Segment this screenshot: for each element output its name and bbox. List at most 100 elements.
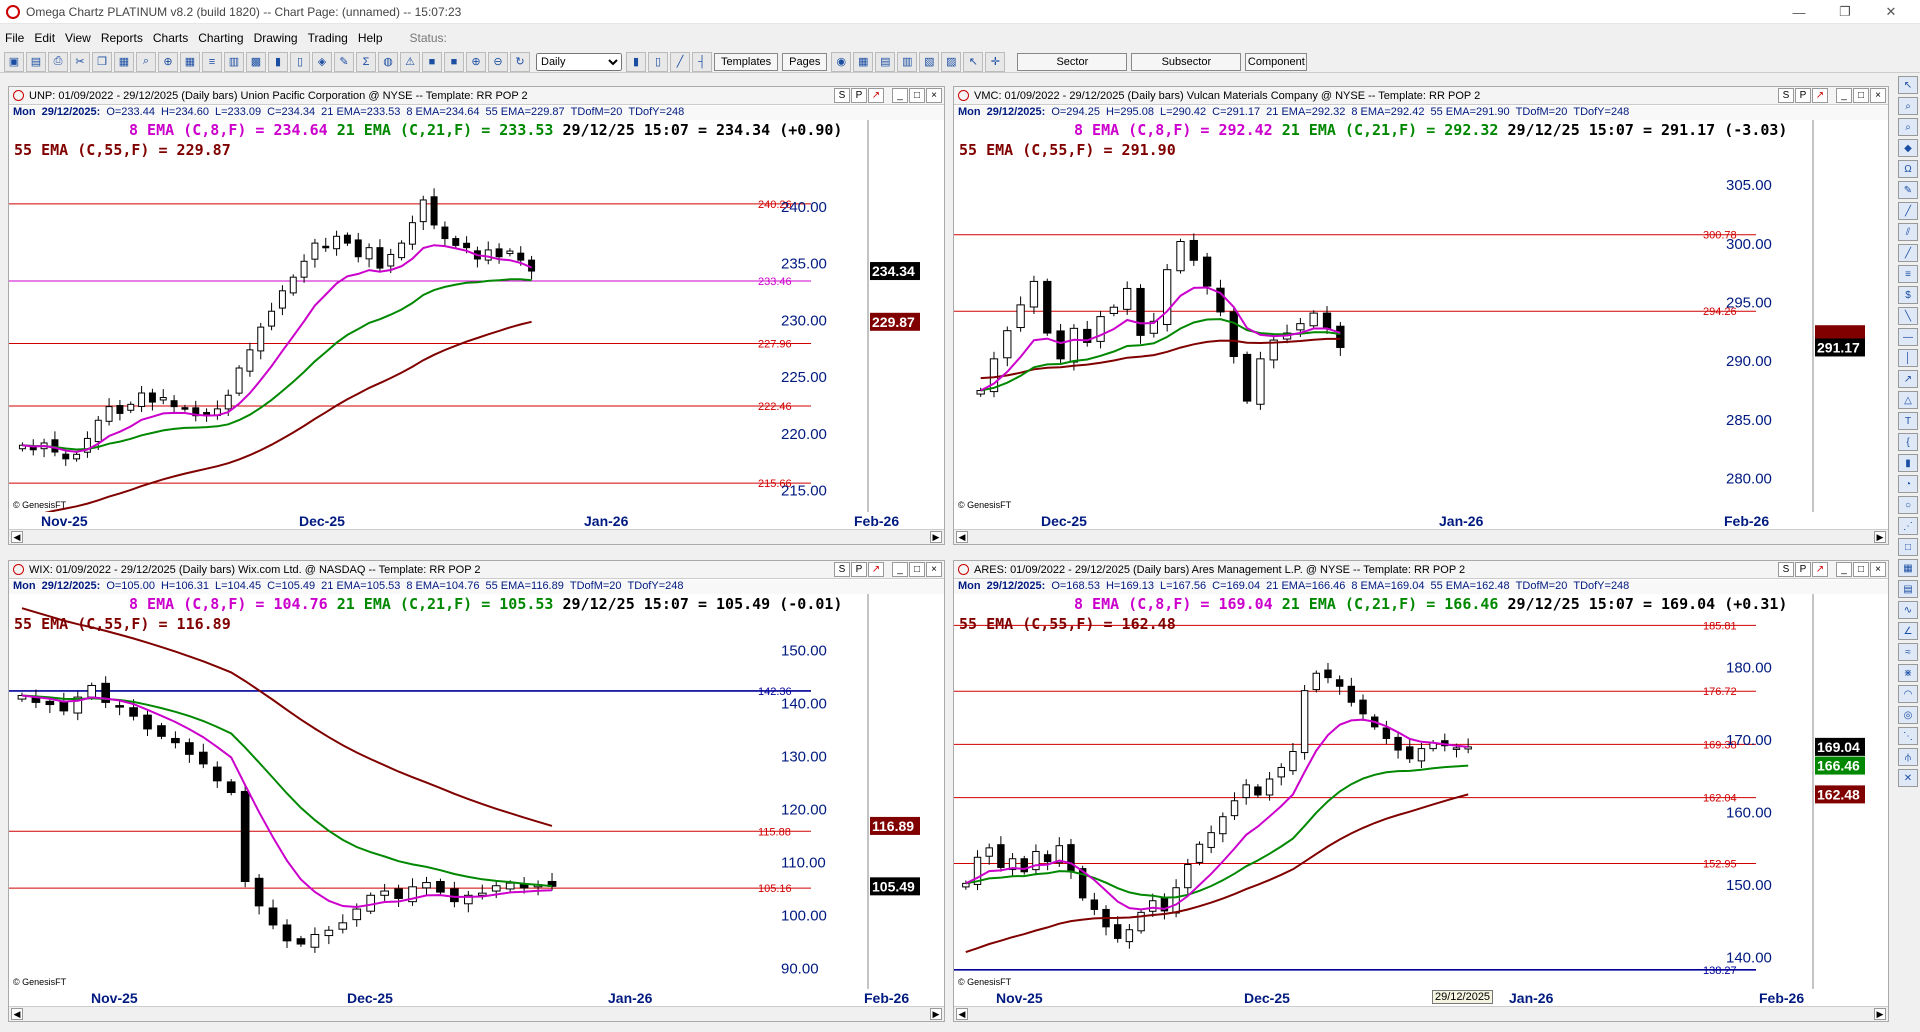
maximize-pane-button[interactable]: □: [909, 88, 925, 103]
disk-icon[interactable]: ◍: [378, 51, 398, 72]
restore-window-button[interactable]: ❐: [1822, 0, 1868, 24]
brace-tool-icon[interactable]: {: [1898, 433, 1918, 451]
triangle-tool-icon[interactable]: △: [1898, 391, 1918, 409]
bar-tool-icon[interactable]: ▮: [1898, 454, 1918, 472]
templates-button[interactable]: Templates: [714, 52, 779, 71]
horizontal-scrollbar[interactable]: ◀ ▶: [9, 1006, 944, 1021]
zoom-tool-icon[interactable]: ⌕: [1898, 97, 1918, 115]
pie-tool-icon[interactable]: ◔: [1898, 475, 1918, 493]
alert-icon[interactable]: ⚠: [400, 51, 420, 72]
chart-pane-1[interactable]: UNP: 01/09/2022 - 29/12/2025 (Daily bars…: [8, 86, 945, 545]
dollar-tool-icon[interactable]: $: [1898, 286, 1918, 304]
circle-tool-icon[interactable]: ○: [1898, 496, 1918, 514]
fib-tool-icon[interactable]: ≡: [1898, 265, 1918, 283]
price-chart[interactable]: 240.26233.46227.96222.46215.66215.00220.…: [9, 120, 945, 512]
crosshair-icon[interactable]: ✛: [985, 51, 1006, 72]
minimize-pane-button[interactable]: _: [892, 562, 908, 577]
layout2-icon[interactable]: ▤: [875, 51, 896, 72]
menu-drawing[interactable]: Drawing: [249, 31, 303, 45]
maximize-pane-button[interactable]: □: [909, 562, 925, 577]
chart-pane-2[interactable]: VMC: 01/09/2022 - 29/12/2025 (Daily bars…: [953, 86, 1889, 545]
find-icon[interactable]: ⌕: [136, 51, 156, 72]
list-icon[interactable]: ≡: [202, 51, 222, 72]
ohlc-icon[interactable]: ┤: [692, 51, 712, 72]
popout-button[interactable]: ↗: [868, 562, 884, 577]
scroll-right-icon[interactable]: ▶: [930, 1008, 942, 1020]
cycle-tool-icon[interactable]: ∿: [1898, 601, 1918, 619]
layout3-icon[interactable]: ▥: [897, 51, 918, 72]
subsector-button[interactable]: Subsector: [1131, 52, 1242, 71]
layout4-icon[interactable]: ▧: [919, 51, 940, 72]
grid-tool-icon[interactable]: ▦: [1898, 559, 1918, 577]
scroll-right-icon[interactable]: ▶: [1874, 1008, 1886, 1020]
save-icon[interactable]: ▤: [26, 51, 46, 72]
bars-icon[interactable]: ▯: [290, 51, 310, 72]
zoom-in-icon[interactable]: ⊕: [466, 51, 486, 72]
scale-button[interactable]: S: [834, 562, 850, 577]
maximize-pane-button[interactable]: □: [1853, 88, 1869, 103]
stop-icon[interactable]: ■: [444, 51, 464, 72]
scroll-left-icon[interactable]: ◀: [11, 1008, 23, 1020]
close-pane-button[interactable]: ×: [926, 562, 942, 577]
component-button[interactable]: Component: [1245, 52, 1308, 71]
properties-button[interactable]: P: [1795, 562, 1811, 577]
close-pane-button[interactable]: ×: [1870, 88, 1886, 103]
vline-tool-icon[interactable]: │: [1898, 349, 1918, 367]
properties-button[interactable]: P: [1795, 88, 1811, 103]
fan-tool-icon[interactable]: ⋰: [1898, 517, 1918, 535]
scan-icon[interactable]: ◈: [312, 51, 332, 72]
minimize-pane-button[interactable]: _: [1836, 88, 1852, 103]
record-icon[interactable]: ■: [422, 51, 442, 72]
zoom-icon[interactable]: ⊕: [158, 51, 178, 72]
spiral-tool-icon[interactable]: ◎: [1898, 706, 1918, 724]
omega-tool-icon[interactable]: Ω: [1898, 160, 1918, 178]
close-window-button[interactable]: ✕: [1868, 0, 1914, 24]
horizontal-scrollbar[interactable]: ◀ ▶: [954, 529, 1888, 544]
period-select[interactable]: Daily: [536, 52, 622, 71]
menu-help[interactable]: Help: [353, 31, 388, 45]
price-chart[interactable]: 142.36115.88105.1690.00100.00110.00120.0…: [9, 594, 945, 989]
grid-icon[interactable]: ▦: [180, 51, 200, 72]
candle-icon[interactable]: ▯: [648, 51, 668, 72]
scroll-left-icon[interactable]: ◀: [11, 531, 23, 543]
chart-pane-3[interactable]: WIX: 01/09/2022 - 29/12/2025 (Daily bars…: [8, 560, 945, 1022]
close-pane-button[interactable]: ×: [1870, 562, 1886, 577]
channel-tool-icon[interactable]: ⫽: [1898, 223, 1918, 241]
copy-icon[interactable]: ❐: [92, 51, 112, 72]
maximize-pane-button[interactable]: □: [1853, 562, 1869, 577]
print-icon[interactable]: ⎙: [48, 51, 68, 72]
pointer-icon[interactable]: ↖: [963, 51, 984, 72]
close-pane-button[interactable]: ×: [926, 88, 942, 103]
minimize-pane-button[interactable]: _: [892, 88, 908, 103]
pointer-tool-icon[interactable]: ↖: [1898, 76, 1918, 94]
eraser-tool-icon[interactable]: ◆: [1898, 139, 1918, 157]
angle-tool-icon[interactable]: ∠: [1898, 622, 1918, 640]
menu-charting[interactable]: Charting: [193, 31, 248, 45]
wave-tool-icon[interactable]: ≈: [1898, 643, 1918, 661]
zoom-out-icon[interactable]: ⊖: [488, 51, 508, 72]
minimize-pane-button[interactable]: _: [1836, 562, 1852, 577]
refresh-icon[interactable]: ↻: [510, 51, 530, 72]
box-tool-icon[interactable]: □: [1898, 538, 1918, 556]
scroll-right-icon[interactable]: ▶: [1874, 531, 1886, 543]
layout5-icon[interactable]: ▨: [941, 51, 962, 72]
pages-button[interactable]: Pages: [782, 52, 828, 71]
calc-icon[interactable]: ▩: [246, 51, 266, 72]
sector-button[interactable]: Sector: [1017, 52, 1128, 71]
scale-button[interactable]: S: [1778, 562, 1794, 577]
menu-edit[interactable]: Edit: [29, 31, 60, 45]
menu-trading[interactable]: Trading: [303, 31, 353, 45]
gann-tool-icon[interactable]: ⋇: [1898, 664, 1918, 682]
ruler-tool-icon[interactable]: ▤: [1898, 580, 1918, 598]
cut-icon[interactable]: ✂: [70, 51, 90, 72]
hline-tool-icon[interactable]: —: [1898, 328, 1918, 346]
scroll-left-icon[interactable]: ◀: [956, 531, 968, 543]
text-tool-icon[interactable]: T: [1898, 412, 1918, 430]
scale-button[interactable]: S: [1778, 88, 1794, 103]
line-chart-icon[interactable]: ╱: [670, 51, 690, 72]
pen-icon[interactable]: ✎: [334, 51, 354, 72]
arrow-tool-icon[interactable]: ↗: [1898, 370, 1918, 388]
line2-tool-icon[interactable]: ╲: [1898, 307, 1918, 325]
properties-button[interactable]: P: [851, 88, 867, 103]
arc-tool-icon[interactable]: ◠: [1898, 685, 1918, 703]
